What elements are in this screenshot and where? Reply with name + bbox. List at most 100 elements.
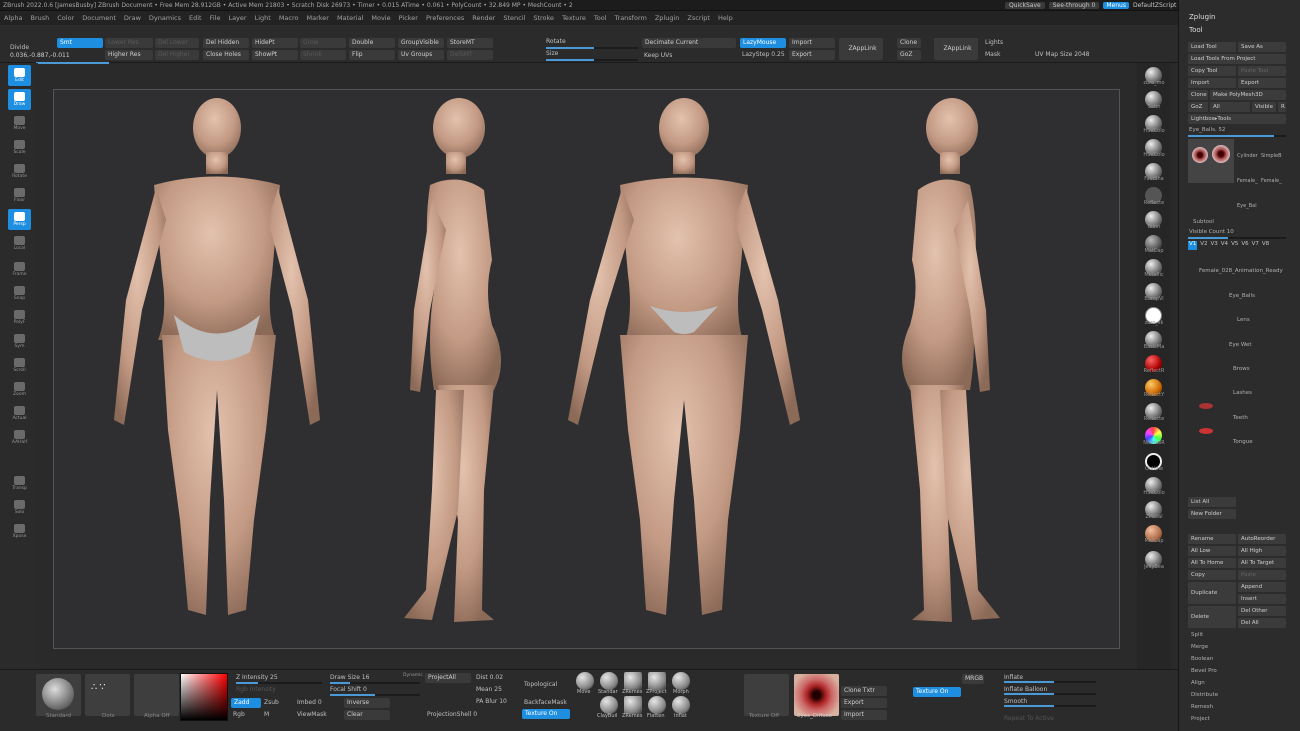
goz-visible-button[interactable]: Visible bbox=[1252, 102, 1276, 112]
del-hidden-button[interactable]: Del Hidden bbox=[203, 38, 249, 48]
menu-transform[interactable]: Transform bbox=[611, 14, 651, 22]
zapplink-button[interactable]: ZAppLink bbox=[839, 38, 883, 60]
texture-on-toggle[interactable]: Texture On bbox=[522, 709, 570, 719]
rename-button[interactable]: Rename bbox=[1188, 534, 1236, 544]
subtool-item[interactable]: Female_028_Animation_Ready bbox=[1199, 268, 1283, 274]
menu-macro[interactable]: Macro bbox=[275, 14, 303, 22]
list-all-button[interactable]: List All bbox=[1188, 497, 1236, 507]
clear-button[interactable]: Clear bbox=[344, 710, 390, 720]
new-folder-button[interactable]: New Folder bbox=[1188, 509, 1236, 519]
rgb-intensity-slider[interactable]: Rgb Intensity bbox=[236, 686, 276, 693]
project-all-button[interactable]: ProjectAll bbox=[425, 673, 471, 683]
current-tool-slider[interactable]: Eye_Balls. 52 bbox=[1189, 127, 1225, 133]
version-v1[interactable]: V1 bbox=[1188, 241, 1198, 250]
standard-brush-button[interactable] bbox=[36, 674, 81, 716]
version-v2[interactable]: V2 bbox=[1200, 241, 1207, 250]
menu-picker[interactable]: Picker bbox=[395, 14, 422, 22]
del-other-button[interactable]: Del Other bbox=[1238, 606, 1286, 616]
size-slider[interactable] bbox=[546, 59, 638, 61]
del-lower-button[interactable]: Del Lower bbox=[155, 38, 199, 48]
inflate-brush-button[interactable] bbox=[672, 696, 690, 714]
goz-r-button[interactable]: R bbox=[1278, 102, 1286, 112]
texture-off-button[interactable] bbox=[744, 674, 789, 716]
decimate-current-button[interactable]: Decimate Current bbox=[642, 38, 736, 48]
boolean-section[interactable]: Boolean bbox=[1191, 656, 1213, 662]
all-low-button[interactable]: All Low bbox=[1188, 546, 1236, 556]
lightbox-tools-button[interactable]: Lightbox▸Tools bbox=[1188, 114, 1286, 124]
grow-button[interactable]: Grow bbox=[300, 38, 346, 48]
mrgb-button[interactable]: MRGB bbox=[962, 674, 984, 684]
version-v7[interactable]: V7 bbox=[1252, 241, 1259, 250]
tool-export-button[interactable]: Export bbox=[1238, 78, 1286, 88]
tool-import-button[interactable]: Import bbox=[1188, 78, 1236, 88]
m-toggle[interactable]: M bbox=[264, 711, 269, 718]
zremesher-brush-button[interactable] bbox=[624, 672, 642, 690]
menu-texture[interactable]: Texture bbox=[558, 14, 590, 22]
uv-map-size-slider[interactable]: UV Map Size 2048 bbox=[1035, 51, 1089, 58]
goz-button[interactable]: GoZ bbox=[897, 50, 921, 60]
local-button[interactable]: Local bbox=[8, 233, 31, 254]
menu-alpha[interactable]: Alpha bbox=[0, 14, 26, 22]
z-intensity-slider[interactable]: Z Intensity 25 bbox=[236, 674, 278, 681]
export-button[interactable]: Export bbox=[789, 50, 835, 60]
menus-toggle[interactable]: Menus bbox=[1103, 2, 1129, 9]
del-smt-button[interactable]: DelSMT bbox=[447, 50, 493, 60]
inverse-button[interactable]: Inverse bbox=[344, 698, 390, 708]
texture-on-toggle-2[interactable]: Texture On bbox=[913, 687, 961, 697]
eyes-diffuse-texture[interactable] bbox=[794, 674, 839, 716]
menu-render[interactable]: Render bbox=[468, 14, 499, 22]
subtool-item[interactable]: Lens bbox=[1237, 317, 1250, 323]
subtool-item[interactable]: Teeth bbox=[1233, 415, 1248, 421]
alpha-off-button[interactable] bbox=[134, 674, 179, 716]
subtool-item[interactable]: Lashes bbox=[1233, 390, 1252, 396]
canvas-viewport[interactable] bbox=[53, 89, 1120, 649]
menu-material[interactable]: Material bbox=[333, 14, 367, 22]
project-section[interactable]: Project bbox=[1191, 716, 1210, 722]
split-section[interactable]: Split bbox=[1191, 632, 1203, 638]
zoom-button[interactable]: Zoom bbox=[8, 379, 31, 400]
rgb-toggle[interactable]: Rgb bbox=[233, 711, 245, 718]
morph-brush-button[interactable] bbox=[672, 672, 690, 690]
copy-subtool-button[interactable]: Copy bbox=[1188, 570, 1236, 580]
menu-preferences[interactable]: Preferences bbox=[422, 14, 468, 22]
zapplink-button-2[interactable]: ZAppLink bbox=[934, 38, 978, 60]
version-v4[interactable]: V4 bbox=[1221, 241, 1228, 250]
menu-light[interactable]: Light bbox=[251, 14, 275, 22]
paste-tool-button[interactable]: Paste Tool bbox=[1238, 66, 1286, 76]
default-script-button[interactable]: DefaultZScript bbox=[1133, 2, 1176, 9]
tool-thumb-female-1[interactable]: Female_ bbox=[1237, 178, 1258, 184]
texture-import-button[interactable]: Import bbox=[841, 710, 887, 720]
repeat-to-active-button[interactable]: Repeat To Active bbox=[1004, 715, 1054, 722]
all-to-target-button[interactable]: All To Target bbox=[1238, 558, 1286, 568]
menu-movie[interactable]: Movie bbox=[367, 14, 394, 22]
version-v5[interactable]: V5 bbox=[1231, 241, 1238, 250]
texture-export-button[interactable]: Export bbox=[841, 698, 887, 708]
menu-help[interactable]: Help bbox=[714, 14, 737, 22]
scale-button[interactable]: Scale bbox=[8, 137, 31, 158]
bevel-pro-section[interactable]: Bevel Pro bbox=[1191, 668, 1217, 674]
remesh-section[interactable]: Remesh bbox=[1191, 704, 1213, 710]
zsub-toggle[interactable]: Zsub bbox=[264, 699, 279, 706]
higher-res-button[interactable]: Higher Res bbox=[105, 50, 153, 60]
version-v8[interactable]: V8 bbox=[1262, 241, 1269, 250]
rotate-button[interactable]: Rotate bbox=[8, 161, 31, 182]
double-button[interactable]: Double bbox=[349, 38, 395, 48]
current-tool-thumbnail[interactable] bbox=[1188, 139, 1234, 183]
smt-toggle[interactable]: Smt bbox=[57, 38, 103, 48]
scroll-button[interactable]: Scroll bbox=[8, 355, 31, 376]
lazy-step-slider[interactable]: LazyStep 0.25 bbox=[742, 51, 785, 58]
tool-header[interactable]: Tool bbox=[1189, 26, 1203, 34]
subtool-item[interactable]: Eye Wet bbox=[1229, 342, 1252, 348]
tool-thumb-eye-balls[interactable]: Eye_Bal bbox=[1237, 203, 1257, 209]
menu-brush[interactable]: Brush bbox=[26, 14, 53, 22]
menu-edit[interactable]: Edit bbox=[185, 14, 206, 22]
append-button[interactable]: Append bbox=[1238, 582, 1286, 592]
menu-stroke[interactable]: Stroke bbox=[529, 14, 558, 22]
store-mt-button[interactable]: StoreMT bbox=[447, 38, 493, 48]
tool-thumb-cylinder[interactable]: Cylinder bbox=[1237, 153, 1258, 159]
clone-txtr-button[interactable]: Clone Txtr bbox=[841, 686, 887, 696]
lights-toggle[interactable]: Lights bbox=[985, 39, 1003, 46]
clone-button[interactable]: Clone bbox=[897, 38, 921, 48]
zproject-brush-button[interactable] bbox=[648, 672, 666, 690]
del-all-button[interactable]: Del All bbox=[1238, 618, 1286, 628]
